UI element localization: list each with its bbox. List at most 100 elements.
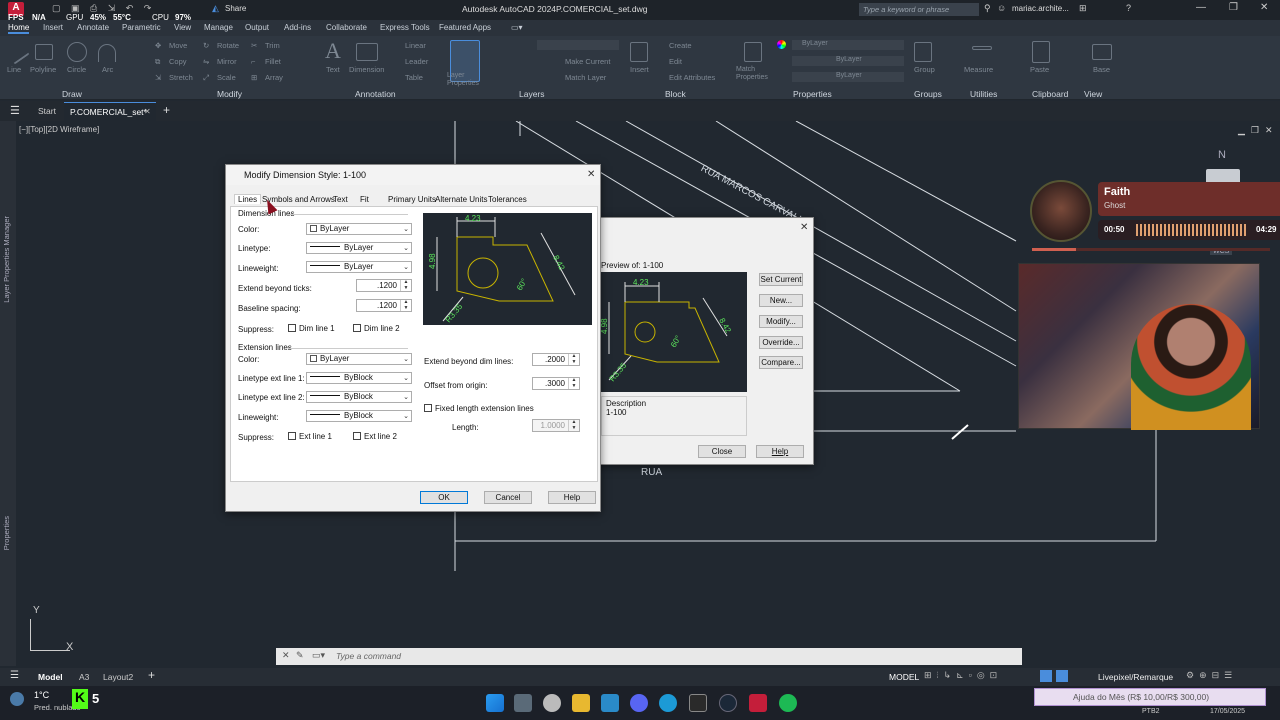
insert-button[interactable]: Insert bbox=[630, 65, 649, 74]
linear-button[interactable]: Linear bbox=[405, 41, 426, 50]
ext-line2-checkbox[interactable]: Ext line 2 bbox=[353, 432, 397, 441]
spinner-icon[interactable]: ▲ ▼ bbox=[400, 279, 411, 291]
edge-icon[interactable] bbox=[659, 694, 677, 712]
dim-lineweight-select[interactable]: ByLayer ⌄ bbox=[306, 261, 412, 273]
tab-tolerances[interactable]: Tolerances bbox=[488, 195, 527, 204]
weather-icon[interactable] bbox=[10, 692, 24, 706]
tab-annotate[interactable]: Annotate bbox=[77, 23, 109, 32]
viewport-window-controls[interactable]: ▁❐✕ bbox=[1238, 125, 1279, 136]
properties-tab[interactable]: Properties bbox=[2, 516, 11, 550]
modify-group-label[interactable]: Modify bbox=[217, 89, 242, 99]
tab-model[interactable]: Model bbox=[38, 672, 63, 682]
language-indicator[interactable]: PTB2 bbox=[1142, 708, 1160, 715]
match-properties-button[interactable]: Match Properties bbox=[736, 66, 776, 82]
draw-group-label[interactable]: Draw bbox=[62, 89, 82, 99]
fillet-button[interactable]: Fillet bbox=[265, 57, 281, 66]
search-icon[interactable]: ⚲ bbox=[984, 3, 991, 14]
ext-color-select[interactable]: ByLayer ⌄ bbox=[306, 353, 412, 365]
windows-start-icon[interactable] bbox=[486, 694, 504, 712]
mirror-icon[interactable]: ⇋ bbox=[203, 57, 209, 66]
linetype-dropdown[interactable]: ByLayer bbox=[792, 56, 904, 66]
override-style-button[interactable]: Override... bbox=[759, 336, 803, 349]
cmd-customize-icon[interactable]: ✎ bbox=[296, 650, 304, 661]
measure-button[interactable]: Measure bbox=[964, 65, 993, 74]
tab-collaborate[interactable]: Collaborate bbox=[326, 23, 367, 32]
autocad-taskbar-icon[interactable] bbox=[749, 694, 767, 712]
fillet-icon[interactable]: ⌐ bbox=[251, 57, 255, 66]
tab-featured-apps[interactable]: Featured Apps bbox=[439, 23, 491, 32]
tab-layout2[interactable]: Layout2 bbox=[103, 672, 133, 682]
model-space-toggle[interactable]: MODEL bbox=[889, 672, 919, 682]
stretch-button[interactable]: Stretch bbox=[169, 73, 193, 82]
ext-linetype2-select[interactable]: ByBlock ⌄ bbox=[306, 391, 412, 403]
baseline-spacing-input[interactable]: .1200 ▲ ▼ bbox=[356, 299, 412, 312]
match-properties-icon[interactable] bbox=[744, 42, 762, 62]
properties-group-label[interactable]: Properties bbox=[793, 89, 832, 99]
help-icon[interactable]: ? bbox=[1126, 3, 1131, 13]
dim-line2-checkbox[interactable]: Dim line 2 bbox=[353, 324, 400, 333]
quick-access-icons[interactable]: ▢ ▣ ⎙ ⇲ ↶ ↷ bbox=[52, 3, 155, 14]
close-icon[interactable]: ✕ bbox=[1260, 2, 1268, 13]
set-current-button[interactable]: Set Current bbox=[759, 273, 803, 286]
cancel-button[interactable]: Cancel bbox=[484, 491, 532, 504]
table-button[interactable]: Table bbox=[405, 73, 423, 82]
dim-line1-checkbox[interactable]: Dim line 1 bbox=[288, 324, 335, 333]
discord-icon[interactable] bbox=[630, 694, 648, 712]
close-tab-icon[interactable]: ✕ bbox=[144, 107, 151, 116]
arc-icon[interactable] bbox=[98, 44, 116, 62]
rotate-button[interactable]: Rotate bbox=[217, 41, 239, 50]
dimension-icon[interactable] bbox=[356, 43, 378, 61]
layout-menu-icon[interactable]: ☰ bbox=[10, 670, 19, 681]
command-input[interactable]: Type a command bbox=[336, 651, 401, 661]
ok-button[interactable]: OK bbox=[420, 491, 468, 504]
tab-view[interactable]: View bbox=[174, 23, 191, 32]
move-button[interactable]: Move bbox=[169, 41, 187, 50]
manager-close-icon[interactable]: ✕ bbox=[800, 222, 808, 233]
spinner-icon[interactable]: ▲ ▼ bbox=[568, 377, 579, 389]
dim-linetype-select[interactable]: ByLayer ⌄ bbox=[306, 242, 412, 254]
ext-lineweight-select[interactable]: ByBlock ⌄ bbox=[306, 410, 412, 422]
length-input[interactable]: 1.0000 ▲ ▼ bbox=[532, 419, 580, 432]
extend-dim-lines-input[interactable]: .2000 ▲ ▼ bbox=[532, 353, 580, 366]
make-current-button[interactable]: Make Current bbox=[565, 57, 610, 66]
clock-date[interactable]: 17/05/2025 bbox=[1210, 708, 1245, 715]
tab-parametric[interactable]: Parametric bbox=[122, 23, 161, 32]
tab-fit[interactable]: Fit bbox=[360, 195, 369, 204]
trim-icon[interactable]: ✂ bbox=[251, 41, 257, 50]
modify-style-button[interactable]: Modify... bbox=[759, 315, 803, 328]
search-input[interactable]: Type a keyword or phrase bbox=[859, 3, 979, 16]
lineweight-dropdown[interactable]: ByLayer bbox=[792, 72, 904, 82]
app-icon-blue[interactable] bbox=[601, 694, 619, 712]
array-icon[interactable]: ⊞ bbox=[251, 73, 257, 82]
paste-button[interactable]: Paste bbox=[1030, 65, 1049, 74]
compare-style-button[interactable]: Compare... bbox=[759, 356, 803, 369]
new-style-button[interactable]: New... bbox=[759, 294, 803, 307]
workspace-switch-icon[interactable] bbox=[1056, 670, 1068, 682]
steam-icon[interactable] bbox=[719, 694, 737, 712]
stretch-icon[interactable]: ⇲ bbox=[155, 73, 161, 82]
new-layout-icon[interactable]: + bbox=[148, 668, 155, 682]
layers-group-label[interactable]: Layers bbox=[519, 89, 545, 99]
base-icon[interactable] bbox=[1092, 44, 1112, 60]
scale-icon[interactable]: ⤢ bbox=[203, 73, 209, 83]
menu-icon[interactable]: ☰ bbox=[10, 104, 20, 117]
color-wheel-icon[interactable] bbox=[777, 40, 786, 49]
text-icon[interactable]: A bbox=[325, 38, 341, 64]
cmd-close-icon[interactable]: ✕ bbox=[282, 650, 290, 661]
circle-button[interactable]: Circle bbox=[67, 65, 86, 74]
extend-ticks-input[interactable]: .1200 ▲ ▼ bbox=[356, 279, 412, 292]
minimize-icon[interactable]: — bbox=[1196, 2, 1206, 13]
offset-origin-input[interactable]: .3000 ▲ ▼ bbox=[532, 377, 580, 390]
tab-output[interactable]: Output bbox=[245, 23, 269, 32]
status-right-icons[interactable]: ⚙⊕⊟☰ bbox=[1186, 670, 1237, 681]
polyline-button[interactable]: Polyline bbox=[30, 65, 56, 74]
command-line[interactable]: ✕ ✎ ▭▾ Type a command bbox=[276, 648, 1022, 665]
spinner-icon[interactable]: ▲ ▼ bbox=[400, 299, 411, 311]
tab-express-tools[interactable]: Express Tools bbox=[380, 23, 430, 32]
group-icon[interactable] bbox=[914, 42, 932, 62]
layer-properties-button[interactable]: Layer Properties bbox=[447, 72, 487, 88]
ribbon-options-icon[interactable]: ▭▾ bbox=[511, 23, 523, 32]
tab-text[interactable]: Text bbox=[333, 195, 348, 204]
groups-group-label[interactable]: Groups bbox=[914, 89, 942, 99]
share-icon[interactable]: ◭ bbox=[212, 3, 219, 14]
